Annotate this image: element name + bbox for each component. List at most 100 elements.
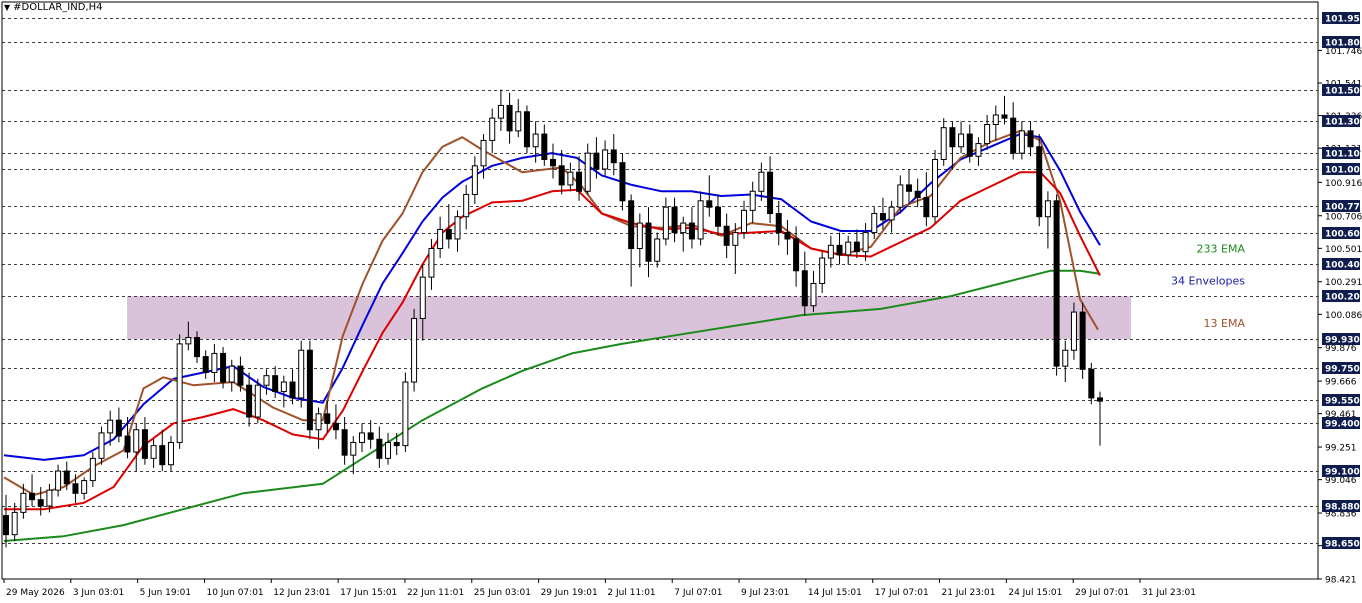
- time-tick-label: 12 Jun 23:01: [273, 588, 330, 598]
- candle-body: [932, 158, 939, 218]
- candle-body: [385, 441, 392, 459]
- candle-body: [810, 282, 817, 307]
- candle-body: [115, 419, 122, 437]
- candle-body: [523, 111, 530, 148]
- candle-body: [133, 429, 140, 453]
- candle-body: [975, 143, 982, 157]
- price-tag-label: 99.750: [1325, 365, 1360, 375]
- axis-tick-label: 99.251: [1325, 444, 1357, 454]
- annotation-label: 34 Envelopes: [1171, 274, 1245, 287]
- price-tag-label: 101.500: [1325, 87, 1362, 97]
- candle-body: [150, 445, 157, 459]
- time-tick-label: 22 Jun 11:01: [407, 588, 464, 598]
- price-axis: 101.746101.541101.336101.131100.916100.7…: [1, 1, 1362, 586]
- time-tick-label: 25 Jun 03:01: [474, 588, 531, 598]
- candle-body: [1027, 130, 1034, 148]
- candle-body: [723, 225, 730, 246]
- candle-body: [914, 190, 921, 199]
- time-tick-label: 2 Jul 11:01: [607, 588, 655, 598]
- candle-body: [584, 152, 591, 192]
- candle-body: [185, 337, 192, 345]
- candle-body: [888, 206, 895, 221]
- candle-body: [532, 133, 539, 148]
- price-chart[interactable]: 233 EMA 34 Envelopes 13 EMA 101.746101.541…: [0, 0, 1362, 603]
- price-tag-label: 100.600: [1325, 230, 1362, 240]
- candle-body: [332, 422, 339, 431]
- triangle-down-icon[interactable]: ▼: [4, 3, 10, 12]
- candle-body: [775, 213, 782, 234]
- candle-body: [159, 445, 166, 466]
- candle-body: [298, 349, 305, 399]
- candle-body: [167, 441, 174, 466]
- candle-body: [358, 432, 365, 443]
- candle-body: [984, 124, 991, 145]
- candle-body: [688, 222, 695, 240]
- axis-tick-label: 100.706: [1325, 212, 1362, 222]
- candle-body: [697, 200, 704, 240]
- candle-body: [141, 429, 148, 459]
- candle-body: [741, 209, 748, 234]
- time-tick-label: 5 Jun 19:01: [140, 588, 191, 598]
- symbol-label: ▼ #DOLLAR_IND,H4: [4, 2, 102, 13]
- candle-body: [89, 457, 96, 482]
- candle-body: [254, 384, 261, 418]
- candle-body: [576, 171, 583, 192]
- grid-layer: [2, 18, 1318, 544]
- candle-body: [497, 104, 504, 119]
- axis-tick-label: 98.421: [1325, 576, 1357, 586]
- time-tick-label: 29 Jun 19:01: [541, 588, 598, 598]
- candle-body: [862, 232, 869, 253]
- candle-body: [680, 222, 687, 234]
- axis-tick-label: 100.291: [1325, 278, 1362, 288]
- price-tag-label: 101.000: [1325, 166, 1362, 176]
- candle-body: [81, 480, 88, 494]
- candle-body: [827, 244, 834, 259]
- candle-body: [306, 349, 313, 431]
- candle-body: [1097, 397, 1103, 402]
- candle-body: [411, 317, 418, 383]
- candle-body: [645, 222, 652, 262]
- candle-body: [662, 206, 669, 240]
- price-tag-label: 100.400: [1325, 261, 1362, 271]
- candle-body: [506, 104, 513, 132]
- axis-tick-label: 100.501: [1325, 245, 1362, 255]
- candle-body: [72, 483, 79, 494]
- candle-body: [211, 352, 218, 373]
- candle-body: [793, 238, 800, 272]
- axis-tick-label: 100.916: [1325, 179, 1362, 189]
- candle-body: [324, 413, 331, 424]
- candle-body: [263, 375, 270, 386]
- candle-body: [37, 499, 44, 507]
- supply-zone-layer: [127, 296, 1131, 340]
- candle-body: [992, 114, 999, 126]
- candle-body: [923, 197, 930, 218]
- candle-body: [280, 381, 287, 393]
- candle-body: [567, 171, 574, 186]
- candle-body: [367, 432, 374, 440]
- candle-body: [706, 200, 713, 208]
- time-tick-label: 17 Jun 15:01: [340, 588, 397, 598]
- candle-body: [845, 241, 852, 256]
- price-tag-label: 101.800: [1325, 39, 1362, 49]
- price-tag-label: 101.100: [1325, 150, 1362, 160]
- time-tick-label: 7 Jul 07:01: [674, 588, 722, 598]
- axis-tick-label: 100.086: [1325, 311, 1362, 321]
- time-tick-label: 14 Jul 15:01: [808, 588, 862, 598]
- candle-body: [220, 352, 227, 383]
- candle-body: [732, 232, 739, 246]
- candle-body: [749, 190, 756, 211]
- candle-body: [315, 413, 322, 431]
- price-tag-label: 98.880: [1325, 503, 1360, 513]
- candle-body: [897, 184, 904, 208]
- candle-body: [610, 149, 617, 164]
- candle-body: [341, 429, 348, 456]
- time-tick-label: 21 Jul 23:01: [942, 588, 996, 598]
- price-tag-label: 101.300: [1325, 118, 1362, 128]
- candle-body: [628, 200, 635, 250]
- candle-body: [1036, 146, 1043, 218]
- candle-body: [1053, 200, 1060, 367]
- plot-frame: [1, 1, 1319, 580]
- time-tick-label: 17 Jul 07:01: [875, 588, 929, 598]
- time-tick-label: 31 Jul 23:01: [1142, 588, 1196, 598]
- candle-body: [376, 438, 383, 459]
